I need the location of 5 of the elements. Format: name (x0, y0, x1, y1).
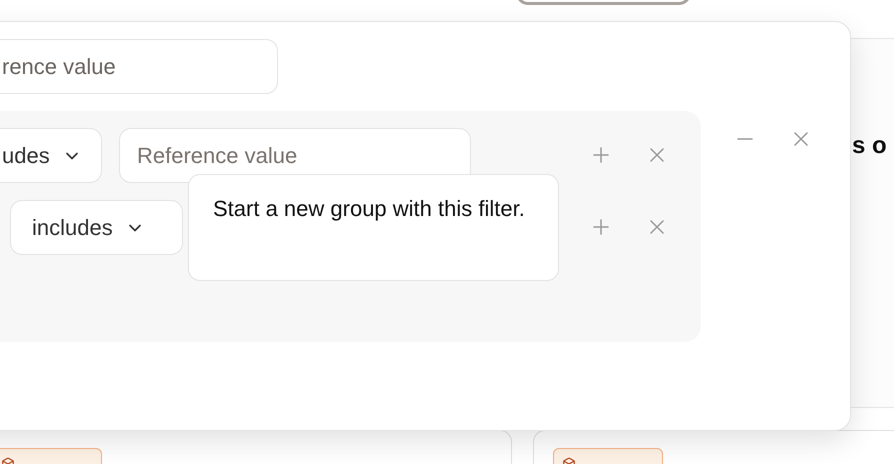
heading: s o (852, 131, 887, 161)
value-field[interactable]: rence value (0, 39, 278, 94)
operator-dropdown[interactable]: udes (0, 128, 102, 183)
tooltip: Start a new group with this filter. (188, 174, 559, 281)
operator-dropdown[interactable]: includes (10, 200, 183, 255)
